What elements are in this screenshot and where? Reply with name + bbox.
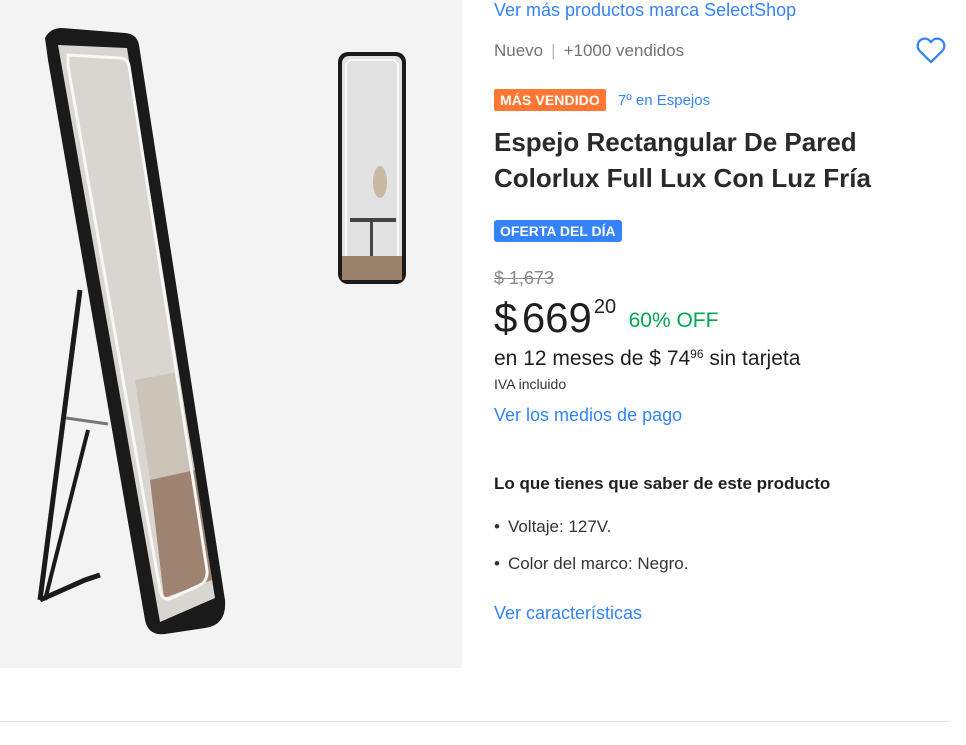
- installments-info: en 12 meses de $ 7496 sin tarjeta: [494, 347, 800, 371]
- price-cents: 20: [593, 296, 617, 318]
- deal-of-day-badge: OFERTA DEL DÍA: [494, 220, 622, 242]
- image-gallery: [0, 0, 462, 668]
- installments-integer: 74: [666, 347, 691, 370]
- current-price: $ 669 20 60% OFF: [494, 294, 718, 342]
- bullet: •: [494, 517, 500, 536]
- list-item: • Voltaje: 127V.: [494, 517, 688, 554]
- main-product-image[interactable]: [0, 0, 330, 668]
- discount-label: 60% OFF: [628, 309, 719, 332]
- thumbnail-image[interactable]: [336, 50, 408, 286]
- highlight-text: Voltaje: 127V.: [507, 517, 612, 536]
- meta-separator: |: [551, 41, 556, 60]
- bullet: •: [494, 554, 500, 573]
- highlights-list: • Voltaje: 127V. • Color del marco: Negro.: [494, 517, 688, 591]
- installments-currency: $: [649, 347, 661, 370]
- badges-row: MÁS VENDIDO 7º en Espejos: [494, 89, 710, 111]
- price-currency: $: [494, 294, 518, 341]
- sold-count: +1000 vendidos: [563, 41, 685, 60]
- payment-methods-link[interactable]: Ver los medios de pago: [494, 405, 682, 426]
- bestseller-badge: MÁS VENDIDO: [494, 89, 606, 111]
- brand-products-link[interactable]: Ver más productos marca SelectShop: [494, 0, 796, 21]
- installments-prefix: en 12 meses de: [494, 347, 644, 370]
- view-features-link[interactable]: Ver características: [494, 603, 642, 624]
- highlight-text: Color del marco: Negro.: [507, 554, 689, 573]
- condition-label: Nuevo: [494, 41, 544, 60]
- installments-cents: 96: [690, 347, 704, 361]
- original-price: $ 1,673: [494, 268, 555, 288]
- highlights-title: Lo que tienes que saber de este producto: [494, 474, 831, 493]
- list-item: • Color del marco: Negro.: [494, 554, 688, 591]
- tax-note: IVA incluido: [494, 376, 567, 392]
- product-meta: Nuevo | +1000 vendidos: [494, 41, 684, 61]
- product-title: Espejo Rectangular De Pared Colorlux Ful…: [494, 127, 871, 193]
- price-integer: 669: [521, 294, 592, 341]
- category-rank-link[interactable]: 7º en Espejos: [618, 92, 710, 109]
- heart-outline-icon[interactable]: [914, 33, 948, 67]
- section-divider: [0, 721, 950, 722]
- installments-suffix: sin tarjeta: [709, 347, 801, 370]
